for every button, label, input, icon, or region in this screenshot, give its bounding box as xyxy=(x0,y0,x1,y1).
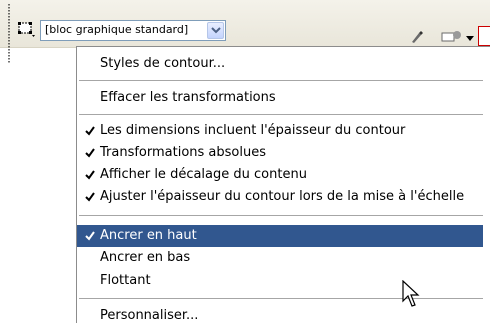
menu-separator xyxy=(79,215,483,216)
checkmark-icon xyxy=(85,148,95,158)
menu-item-adjust-stroke-scaling[interactable]: Ajuster l'épaisseur du contour lors de l… xyxy=(77,186,483,208)
menu-item-dock-top[interactable]: Ancrer en haut xyxy=(77,225,483,247)
menu-item-label: Les dimensions incluent l'épaisseur du c… xyxy=(100,123,406,138)
mouse-pointer-icon xyxy=(402,280,420,307)
menu-item-label: Transformations absolues xyxy=(100,145,267,160)
pen-icon[interactable] xyxy=(410,30,424,44)
dropdown-arrow-icon[interactable] xyxy=(466,36,474,42)
menu-item-label: Ancrer en haut xyxy=(100,228,197,243)
settings-icon[interactable] xyxy=(440,28,464,44)
checkmark-icon xyxy=(85,192,95,202)
object-style-select[interactable]: [bloc graphique standard] xyxy=(40,20,226,41)
menu-separator xyxy=(79,114,483,115)
menu-separator xyxy=(79,80,483,81)
menu-item-label: Ancrer en bas xyxy=(100,250,191,265)
menu-item-label: Personnaliser... xyxy=(100,308,199,323)
menu-item-stroke-styles[interactable]: Styles de contour... xyxy=(77,53,483,75)
menu-item-label: Styles de contour... xyxy=(100,56,226,71)
control-panel-toolbar: [bloc graphique standard] xyxy=(0,0,490,64)
menu-item-label: Ajuster l'épaisseur du contour lors de l… xyxy=(100,189,465,204)
checkmark-icon xyxy=(85,170,95,180)
menu-item-dimensions-include-stroke[interactable]: Les dimensions incluent l'épaisseur du c… xyxy=(77,120,483,142)
menu-item-label: Flottant xyxy=(100,273,151,288)
object-style-dropdown-button[interactable] xyxy=(207,22,224,39)
stroke-icon[interactable] xyxy=(478,26,490,46)
toolbar-grip[interactable] xyxy=(8,4,10,64)
menu-item-dock-bottom[interactable]: Ancrer en bas xyxy=(77,247,483,269)
checkmark-icon xyxy=(85,231,95,241)
menu-item-label: Effacer les transformations xyxy=(100,90,276,105)
object-style-value: [bloc graphique standard] xyxy=(45,23,189,36)
chevron-down-icon xyxy=(211,27,221,34)
menu-item-show-content-offset[interactable]: Afficher le décalage du contenu xyxy=(77,164,483,186)
panel-options-menu: Styles de contour... Effacer les transfo… xyxy=(76,46,490,323)
menu-item-absolute-transformations[interactable]: Transformations absolues xyxy=(77,142,483,164)
frame-tool-icon[interactable] xyxy=(18,22,36,38)
checkmark-icon xyxy=(85,126,95,136)
menu-item-label: Afficher le décalage du contenu xyxy=(100,167,307,182)
menu-item-clear-transformations[interactable]: Effacer les transformations xyxy=(77,87,483,109)
